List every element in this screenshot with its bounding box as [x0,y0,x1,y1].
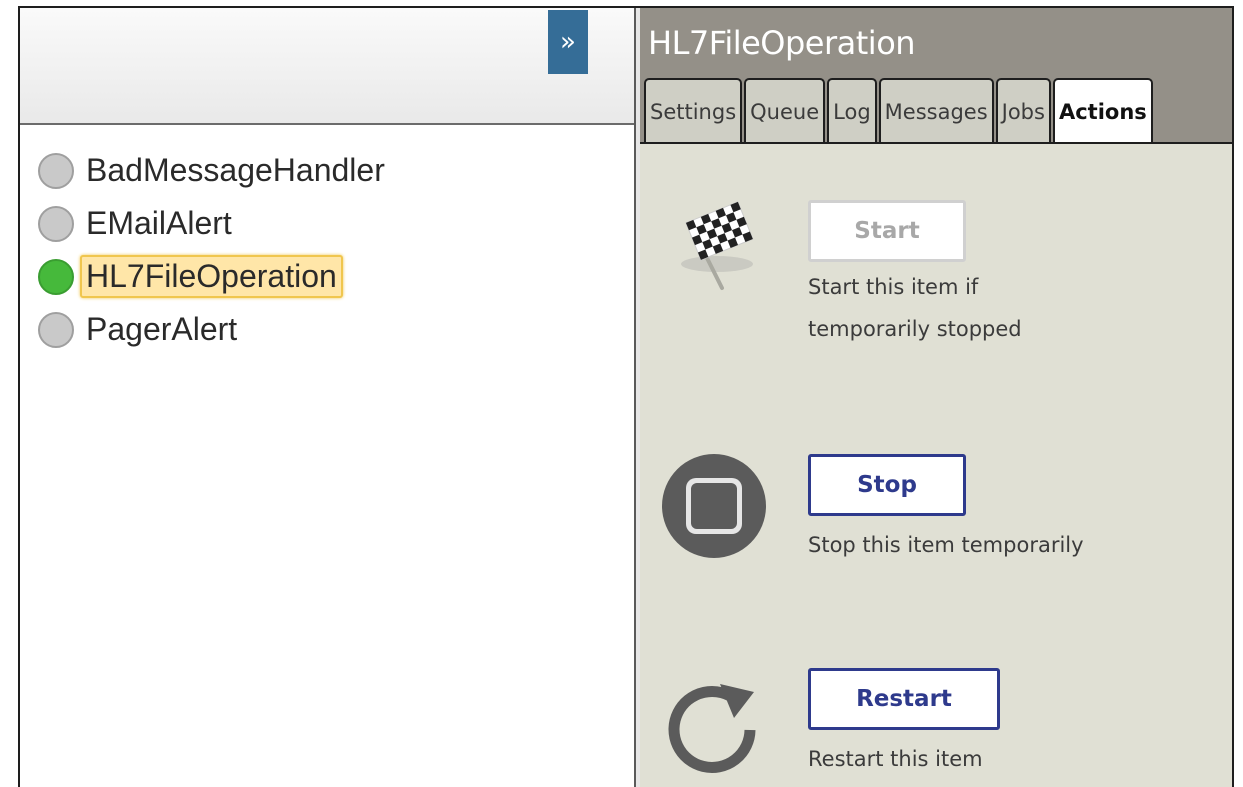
item-label: EMailAlert [86,205,232,241]
stop-icon [662,454,766,558]
stop-button[interactable]: Stop [808,454,966,516]
restart-description: Restart this item [808,747,983,771]
item-label: PagerAlert [86,311,238,347]
tab-bar: Settings Queue Log Messages Jobs Actions [644,78,1153,144]
tab-queue[interactable]: Queue [744,78,826,144]
start-description: Start this item if temporarily stopped [808,275,1022,341]
list-item-emailalert[interactable]: EMailAlert [38,197,391,250]
tab-log[interactable]: Log [827,78,877,144]
status-dot-icon [38,258,74,295]
restart-button[interactable]: Restart [808,668,1000,730]
item-label: BadMessageHandler [86,152,385,188]
list-item-badmessagehandler[interactable]: BadMessageHandler [38,144,391,197]
details-pane: HL7FileOperation Settings Queue Log Mess… [640,8,1232,787]
details-header: HL7FileOperation Settings Queue Log Mess… [640,8,1232,144]
panel-title: HL7FileOperation [648,24,916,62]
tab-actions[interactable]: Actions [1052,78,1153,144]
expand-pane-button[interactable]: » [548,10,588,74]
list-item-hl7fileoperation[interactable]: HL7FileOperation [38,250,391,303]
tab-jobs[interactable]: Jobs [995,78,1051,144]
checkered-flag-icon [681,201,754,290]
status-dot-icon [38,152,74,189]
status-dot-icon [38,205,74,242]
production-items-pane: » BadMessageHandler EMailAlert HL7FileOp… [20,8,634,787]
tab-messages[interactable]: Messages [878,78,994,144]
stop-description: Stop this item temporarily [808,533,1084,557]
tab-content-border [640,142,1232,144]
start-button[interactable]: Start [808,200,966,262]
left-pane-header: » [20,8,634,125]
item-label: HL7FileOperation [80,255,343,298]
list-item-pageralert[interactable]: PagerAlert [38,303,391,356]
app-frame: » BadMessageHandler EMailAlert HL7FileOp… [18,6,1234,787]
item-list: BadMessageHandler EMailAlert HL7FileOper… [38,144,391,356]
status-dot-icon [38,311,74,348]
restart-icon [668,684,756,773]
tab-settings[interactable]: Settings [644,78,743,144]
